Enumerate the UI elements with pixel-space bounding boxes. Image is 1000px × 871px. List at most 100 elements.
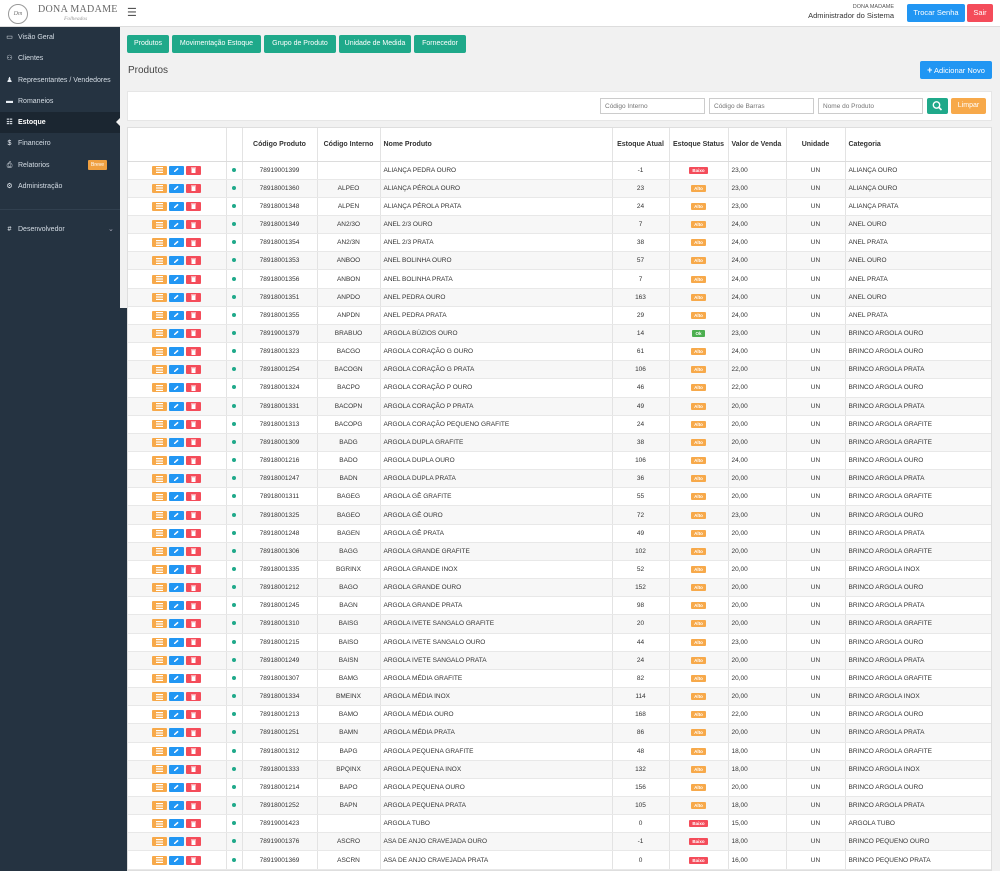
delete-button[interactable]: [186, 528, 202, 538]
edit-button[interactable]: [169, 801, 185, 811]
menu-toggle-icon[interactable]: ☰: [127, 6, 137, 19]
delete-button[interactable]: [186, 710, 202, 720]
details-button[interactable]: [152, 401, 168, 411]
delete-button[interactable]: [186, 782, 202, 792]
details-button[interactable]: [152, 456, 168, 466]
edit-button[interactable]: [169, 328, 185, 338]
col-category[interactable]: Categoria: [845, 128, 991, 162]
edit-button[interactable]: [169, 365, 185, 375]
edit-button[interactable]: [169, 347, 185, 357]
details-button[interactable]: [152, 855, 168, 865]
edit-button[interactable]: [169, 637, 185, 647]
edit-button[interactable]: [169, 819, 185, 829]
tab-unidade-de-medida[interactable]: Unidade de Medida: [339, 35, 411, 53]
details-button[interactable]: [152, 183, 168, 193]
edit-button[interactable]: [169, 764, 185, 774]
delete-button[interactable]: [186, 673, 202, 683]
delete-button[interactable]: [186, 837, 202, 847]
details-button[interactable]: [152, 328, 168, 338]
details-button[interactable]: [152, 474, 168, 484]
details-button[interactable]: [152, 365, 168, 375]
delete-button[interactable]: [186, 855, 202, 865]
delete-button[interactable]: [186, 220, 202, 230]
internal-code-input[interactable]: [600, 98, 705, 114]
delete-button[interactable]: [186, 728, 202, 738]
details-button[interactable]: [152, 728, 168, 738]
delete-button[interactable]: [186, 565, 202, 575]
delete-button[interactable]: [186, 238, 202, 248]
tab-produtos[interactable]: Produtos: [127, 35, 169, 53]
sidebar-item-desenvolvedor[interactable]: # Desenvolvedor ⌄: [0, 219, 120, 240]
sidebar-item-clientes[interactable]: ⚇ Clientes: [0, 48, 120, 69]
delete-button[interactable]: [186, 419, 202, 429]
details-button[interactable]: [152, 655, 168, 665]
delete-button[interactable]: [186, 383, 202, 393]
edit-button[interactable]: [169, 673, 185, 683]
details-button[interactable]: [152, 565, 168, 575]
edit-button[interactable]: [169, 728, 185, 738]
details-button[interactable]: [152, 528, 168, 538]
edit-button[interactable]: [169, 692, 185, 702]
edit-button[interactable]: [169, 183, 185, 193]
edit-button[interactable]: [169, 274, 185, 284]
brand-logo[interactable]: Dm DONA MADAME Folheados: [6, 3, 118, 24]
col-stock-status[interactable]: Estoque Status: [669, 128, 729, 162]
sidebar-item-representantes[interactable]: ♟ Representantes / Vendedores: [0, 70, 120, 91]
add-new-button[interactable]: + Adicionar Novo: [920, 61, 992, 79]
details-button[interactable]: [152, 692, 168, 702]
col-unit[interactable]: Unidade: [786, 128, 846, 162]
edit-button[interactable]: [169, 601, 185, 611]
details-button[interactable]: [152, 510, 168, 520]
details-button[interactable]: [152, 165, 168, 175]
edit-button[interactable]: [169, 401, 185, 411]
delete-button[interactable]: [186, 819, 202, 829]
delete-button[interactable]: [186, 601, 202, 611]
delete-button[interactable]: [186, 583, 202, 593]
details-button[interactable]: [152, 764, 168, 774]
delete-button[interactable]: [186, 637, 202, 647]
details-button[interactable]: [152, 347, 168, 357]
edit-button[interactable]: [169, 565, 185, 575]
edit-button[interactable]: [169, 782, 185, 792]
details-button[interactable]: [152, 637, 168, 647]
delete-button[interactable]: [186, 510, 202, 520]
details-button[interactable]: [152, 546, 168, 556]
delete-button[interactable]: [186, 746, 202, 756]
edit-button[interactable]: [169, 492, 185, 502]
clear-button[interactable]: Limpar: [951, 98, 986, 114]
tab-movimentacao-estoque[interactable]: Movimentação Estoque: [172, 35, 261, 53]
delete-button[interactable]: [186, 619, 202, 629]
edit-button[interactable]: [169, 256, 185, 266]
edit-button[interactable]: [169, 238, 185, 248]
sidebar-item-financeiro[interactable]: $ Financeiro: [0, 133, 120, 154]
edit-button[interactable]: [169, 220, 185, 230]
tab-grupo-de-produto[interactable]: Grupo de Produto: [264, 35, 336, 53]
details-button[interactable]: [152, 383, 168, 393]
delete-button[interactable]: [186, 310, 202, 320]
edit-button[interactable]: [169, 456, 185, 466]
sidebar-item-estoque[interactable]: ☷ Estoque: [0, 112, 120, 134]
details-button[interactable]: [152, 220, 168, 230]
sidebar-item-relatorios[interactable]: ⎙ Relatorios Breve: [0, 155, 120, 176]
details-button[interactable]: [152, 583, 168, 593]
search-button[interactable]: [927, 98, 948, 114]
edit-button[interactable]: [169, 165, 185, 175]
details-button[interactable]: [152, 619, 168, 629]
col-stock[interactable]: Estoque Atual: [612, 128, 670, 162]
edit-button[interactable]: [169, 201, 185, 211]
delete-button[interactable]: [186, 401, 202, 411]
delete-button[interactable]: [186, 328, 202, 338]
delete-button[interactable]: [186, 274, 202, 284]
details-button[interactable]: [152, 492, 168, 502]
edit-button[interactable]: [169, 655, 185, 665]
sidebar-item-administracao[interactable]: ⚙ Administração: [0, 176, 120, 197]
delete-button[interactable]: [186, 546, 202, 556]
sidebar-item-visao[interactable]: ▭ Visão Geral: [0, 27, 120, 48]
delete-button[interactable]: [186, 474, 202, 484]
details-button[interactable]: [152, 238, 168, 248]
edit-button[interactable]: [169, 583, 185, 593]
details-button[interactable]: [152, 673, 168, 683]
edit-button[interactable]: [169, 510, 185, 520]
barcode-input[interactable]: [709, 98, 814, 114]
delete-button[interactable]: [186, 437, 202, 447]
